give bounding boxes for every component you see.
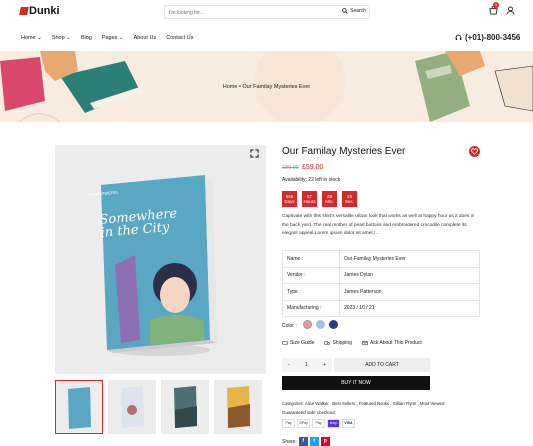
ruler-icon (282, 341, 288, 345)
countdown-minutes: 29 Min. (322, 191, 337, 207)
thumbnail-3[interactable] (161, 380, 209, 434)
share-label: Share: (282, 438, 297, 445)
spec-table: Name : Our Familay Mysteries Ever Vendor … (282, 250, 480, 317)
breadcrumb: Home • Our Familay Mysteries Ever (0, 84, 533, 90)
search-icon (342, 8, 348, 14)
search-button-label: Search (350, 8, 366, 14)
breadcrumb-home[interactable]: Home (223, 84, 238, 90)
table-row: Type : James Patterson (282, 283, 480, 301)
ask-question-link[interactable]: Ask About This Product (362, 340, 422, 346)
product-description: Captivate with this shirt's versatile ur… (282, 214, 475, 236)
logo[interactable]: Dunki (19, 5, 60, 17)
search-button[interactable]: Search (342, 8, 366, 14)
payment-applepay: Pay (282, 419, 295, 428)
product-title: Our Familay Mysteries Ever (282, 146, 406, 157)
product-links: Size Guide Shipping Ask About This Produ… (282, 340, 422, 346)
color-swatch-navy[interactable] (329, 320, 338, 329)
heart-icon (471, 148, 478, 155)
product-main-image[interactable] (55, 145, 266, 374)
spec-value: James Dylan (339, 266, 480, 284)
nav-shop[interactable]: Shop ⌄ (52, 35, 71, 41)
categories: Categories: Alice Walker , Best Sellers … (282, 401, 445, 406)
buy-now-button[interactable]: BUY IT NOW (282, 376, 430, 390)
table-row: Name : Our Familay Mysteries Ever (282, 250, 480, 268)
countdown-hours: 07 Hours (302, 191, 317, 207)
nav-pages[interactable]: Pages ⌄ (102, 35, 124, 41)
spec-label: Manufacturing : (282, 299, 340, 317)
nav-home[interactable]: Home ⌄ (21, 35, 42, 41)
truck-icon (324, 341, 331, 345)
thumbnail-1[interactable] (55, 380, 103, 434)
countdown-seconds: 29 Sec. (342, 191, 357, 207)
breadcrumb-current: Our Familay Mysteries Ever (242, 84, 311, 90)
safe-checkout-label: Guaranteed safe checkout: (282, 410, 337, 415)
spec-value: James Patterson (339, 283, 480, 301)
availability: Availability: 22 left in stock (282, 177, 341, 183)
table-row: Manufacturing :2023 / 10 / 21 (282, 299, 480, 317)
fullscreen-icon[interactable] (250, 149, 259, 158)
thumbnail-4[interactable] (214, 380, 262, 434)
spec-label: Name : (282, 250, 340, 268)
main-nav: Home ⌄ Shop ⌄ Blog Pages ⌄ About Us Cont… (21, 35, 193, 41)
logo-text: Dunki (29, 5, 60, 17)
wishlist-button[interactable] (469, 146, 480, 157)
size-guide-link[interactable]: Size Guide (282, 340, 314, 346)
spec-value: Our Familay Mysteries Ever (339, 250, 480, 268)
facebook-icon[interactable]: f (298, 437, 308, 446)
book-illustration (101, 175, 217, 356)
payment-visa: VISA (342, 419, 355, 428)
phone-text: (+01)-800-3456 (465, 33, 521, 42)
nav-contact[interactable]: Contact Us (166, 35, 193, 41)
spec-value: 2023 / 10 / 21 (339, 299, 480, 317)
twitter-icon[interactable]: t (309, 437, 319, 446)
nav-about[interactable]: About Us (134, 35, 157, 41)
qty-value[interactable]: 1 (305, 362, 308, 368)
current-price: £59.00 (302, 164, 324, 171)
headset-icon (455, 34, 462, 40)
search-box[interactable]: Search (164, 5, 370, 19)
qty-increase-button[interactable]: + (323, 362, 326, 368)
color-swatch-blue[interactable] (316, 320, 325, 329)
quantity-stepper[interactable]: - 1 + (282, 358, 332, 372)
share-row: Share: f t p (282, 437, 330, 446)
table-row: Vendor : James Dylan (282, 266, 480, 284)
qty-decrease-button[interactable]: - (288, 362, 290, 368)
thumbnail-2[interactable] (108, 380, 156, 434)
payment-shoppay: shop (327, 419, 340, 428)
search-input[interactable] (169, 8, 329, 17)
old-price: £80.00 (282, 165, 299, 171)
pinterest-icon[interactable]: p (320, 437, 330, 446)
shipping-link[interactable]: Shipping (324, 340, 352, 346)
countdown-days: 565 Days (282, 191, 297, 207)
payment-gpay: GPay (297, 419, 310, 428)
spec-label: Vendor : (282, 266, 340, 284)
color-swatch-pink[interactable] (303, 320, 312, 329)
nav-blog[interactable]: Blog (81, 35, 92, 41)
payment-paypal: Pay (312, 419, 325, 428)
breadcrumb-separator: • (238, 84, 241, 90)
spec-label: Type : (282, 283, 340, 301)
logo-mark-icon (19, 7, 29, 15)
cart-count-badge: 0 (493, 2, 499, 8)
mail-icon (362, 341, 368, 346)
phone-number[interactable]: (+01)-800-3456 (455, 33, 520, 42)
color-label: Color : (282, 323, 297, 329)
account-icon[interactable] (506, 6, 515, 15)
add-to-cart-button[interactable]: ADD TO CART (334, 358, 430, 372)
